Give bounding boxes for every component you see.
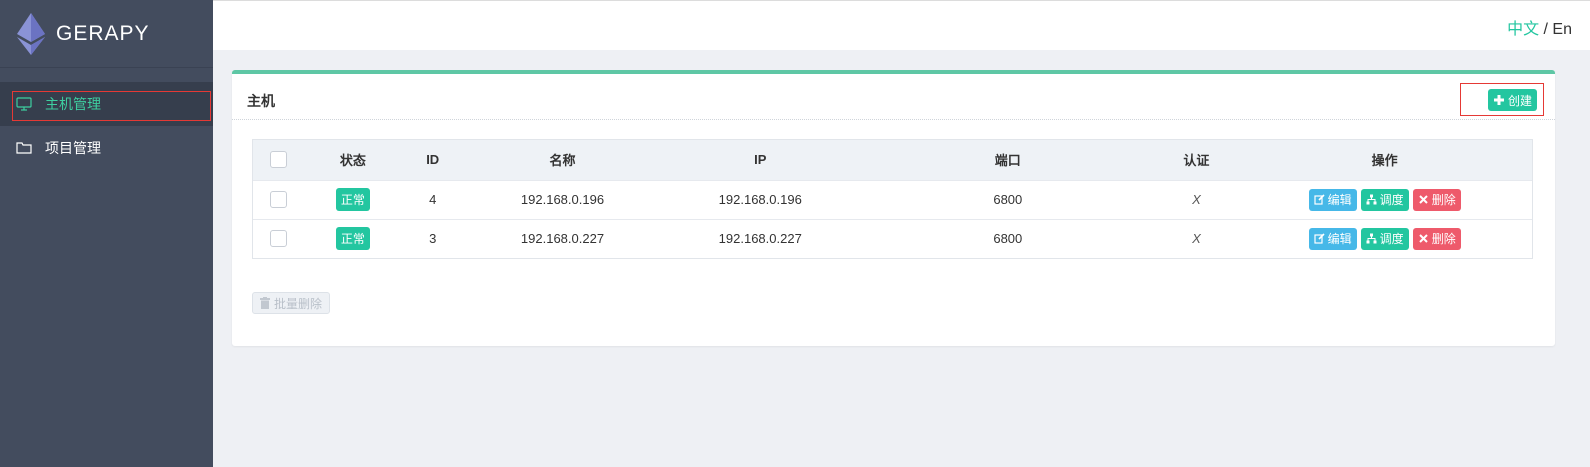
- schedule-label: 调度: [1379, 232, 1404, 247]
- plus-icon: [1493, 95, 1504, 105]
- language-switcher: 中文 / En: [1507, 15, 1572, 39]
- lang-separator: /: [1539, 21, 1553, 38]
- hosts-card: 主机 创建 状态 ID 名称 IP 端口 认证 操作 正常 4 192.168.…: [232, 70, 1555, 346]
- row-actions: 编辑 调度 删除: [1237, 227, 1532, 250]
- logo[interactable]: GERAPY: [0, 0, 213, 68]
- header-port: 端口: [994, 153, 1021, 169]
- select-all-checkbox[interactable]: [270, 151, 288, 169]
- sidebar-item-label: 项目管理: [45, 140, 101, 156]
- table-row: 正常 3 192.168.0.227 192.168.0.227 6800 X …: [253, 219, 1532, 258]
- edit-button[interactable]: 编辑: [1308, 227, 1357, 250]
- create-highlight: 创建: [1460, 83, 1544, 116]
- edit-label: 编辑: [1327, 232, 1352, 247]
- sitemap-icon: [1366, 194, 1377, 205]
- schedule-button[interactable]: 调度: [1360, 227, 1409, 250]
- close-icon: [1418, 195, 1428, 204]
- sidebar-item-host-management[interactable]: 主机管理: [0, 82, 213, 126]
- row-actions: 编辑 调度 删除: [1237, 188, 1532, 211]
- close-icon: [1418, 234, 1428, 243]
- table-header-row: 状态 ID 名称 IP 端口 认证 操作: [253, 140, 1532, 180]
- table-row: 正常 4 192.168.0.196 192.168.0.196 6800 X …: [253, 180, 1532, 219]
- lang-zh-link[interactable]: 中文: [1507, 21, 1539, 38]
- top-bar: 中文 / En: [213, 0, 1590, 50]
- edit-label: 编辑: [1327, 193, 1352, 207]
- cell-ip: 192.168.0.196: [718, 192, 802, 207]
- cell-auth: X: [1192, 231, 1201, 247]
- cell-ip: 192.168.0.227: [718, 231, 802, 247]
- sidebar-item-label: 主机管理: [45, 96, 101, 112]
- cell-port: 6800: [993, 192, 1023, 207]
- ethereum-logo-icon: [17, 12, 45, 55]
- batch-delete-label: 批量删除: [274, 296, 323, 311]
- delete-button[interactable]: 删除: [1412, 188, 1461, 211]
- cell-id: 3: [429, 231, 437, 247]
- sitemap-icon: [1366, 233, 1377, 244]
- header-ops: 操作: [1371, 153, 1398, 169]
- status-badge: 正常: [335, 188, 370, 211]
- schedule-button[interactable]: 调度: [1360, 188, 1409, 211]
- header-status: 状态: [339, 153, 366, 169]
- page-title: 主机: [247, 93, 275, 109]
- logo-text: GERAPY: [56, 21, 150, 45]
- row-checkbox[interactable]: [270, 230, 288, 248]
- hosts-table: 状态 ID 名称 IP 端口 认证 操作 正常 4 192.168.0.196 …: [252, 139, 1533, 259]
- row-checkbox[interactable]: [270, 191, 288, 209]
- sidebar: GERAPY 主机管理 项目管理: [0, 0, 213, 467]
- lang-en-link[interactable]: En: [1552, 21, 1572, 38]
- header-ip: IP: [754, 152, 767, 168]
- cell-auth: X: [1192, 192, 1201, 207]
- schedule-label: 调度: [1379, 193, 1404, 207]
- delete-button[interactable]: 删除: [1412, 227, 1461, 250]
- edit-icon: [1314, 194, 1325, 205]
- delete-label: 删除: [1431, 193, 1456, 207]
- edit-button[interactable]: 编辑: [1308, 188, 1357, 211]
- header-auth: 认证: [1183, 153, 1210, 169]
- card-header: 主机 创建: [232, 74, 1555, 120]
- edit-icon: [1314, 233, 1325, 244]
- header-name: 名称: [549, 153, 576, 169]
- status-badge: 正常: [335, 227, 370, 251]
- header-id: ID: [426, 152, 440, 168]
- sidebar-item-project-management[interactable]: 项目管理: [0, 126, 213, 170]
- cell-name: 192.168.0.196: [520, 192, 605, 207]
- monitor-icon: [16, 97, 32, 111]
- cell-name: 192.168.0.227: [520, 231, 605, 247]
- create-button[interactable]: 创建: [1487, 89, 1537, 111]
- batch-delete-button[interactable]: 批量删除: [252, 292, 331, 314]
- cell-port: 6800: [993, 231, 1023, 247]
- folder-icon: [16, 141, 32, 155]
- trash-icon: [260, 297, 270, 309]
- delete-label: 删除: [1431, 232, 1456, 247]
- cell-id: 4: [429, 192, 437, 207]
- create-button-label: 创建: [1507, 93, 1532, 108]
